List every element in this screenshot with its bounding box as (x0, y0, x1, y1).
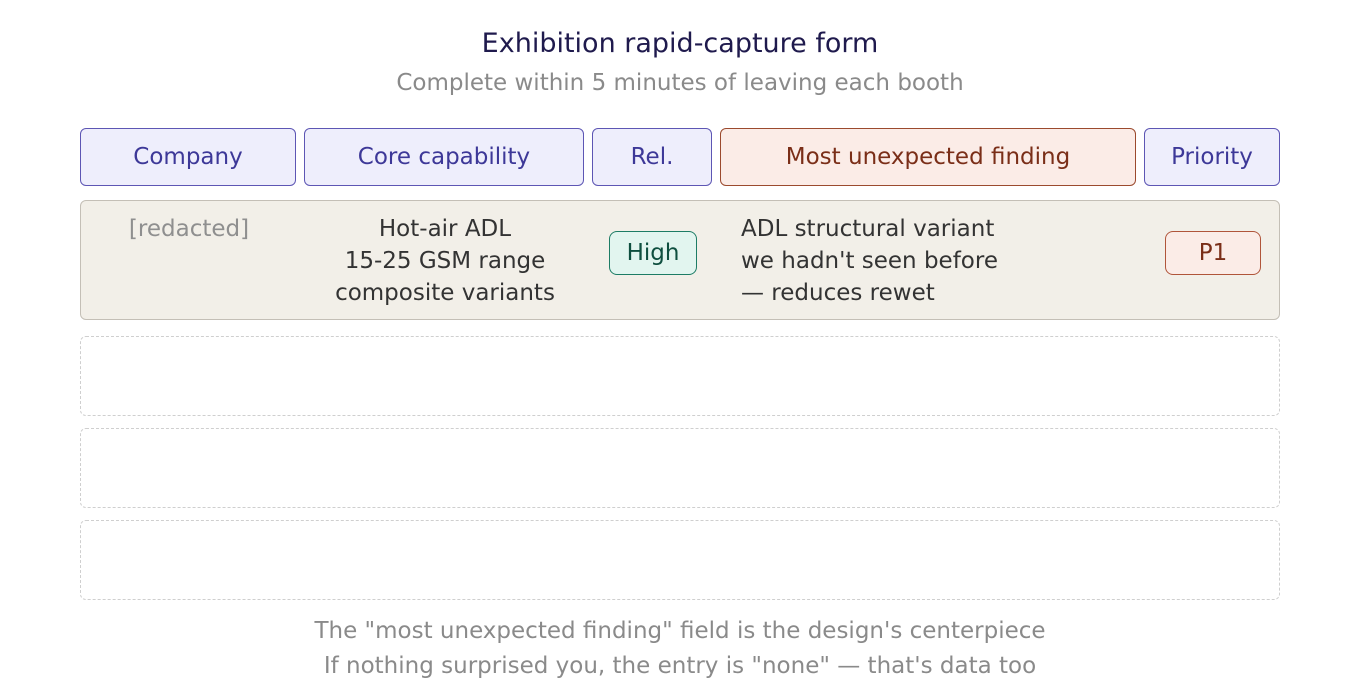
form-subtitle: Complete within 5 minutes of leaving eac… (396, 70, 964, 96)
empty-entry-row[interactable] (80, 428, 1280, 508)
empty-entry-row[interactable] (80, 520, 1280, 600)
column-header-finding: Most unexpected finding (720, 128, 1136, 186)
entry-company: [redacted] (128, 216, 250, 242)
entry-row[interactable]: [redacted] Hot-air ADL 15-25 GSM range c… (80, 200, 1280, 320)
column-header-relevance: Rel. (592, 128, 712, 186)
finding-line: ADL structural variant (741, 216, 995, 242)
relevance-badge: High (609, 231, 697, 275)
footnote-none-entry: If nothing surprised you, the entry is "… (323, 653, 1037, 679)
column-header-capability: Core capability (304, 128, 584, 186)
capability-line: 15-25 GSM range (344, 248, 546, 274)
priority-badge: P1 (1165, 231, 1261, 275)
finding-line: — reduces rewet (741, 280, 935, 306)
capability-line: composite variants (335, 280, 555, 306)
column-header-company: Company (80, 128, 296, 186)
footnote-centerpiece: The "most unexpected finding" field is t… (314, 618, 1046, 644)
empty-entry-row[interactable] (80, 336, 1280, 416)
entry-capability: Hot-air ADL 15-25 GSM range composite va… (305, 213, 585, 309)
capability-line: Hot-air ADL (378, 216, 512, 242)
capture-form: Exhibition rapid-capture form Complete w… (0, 0, 1360, 680)
entry-finding: ADL structural variant we hadn't seen be… (741, 213, 1161, 309)
column-header-priority: Priority (1144, 128, 1280, 186)
finding-line: we hadn't seen before (741, 248, 998, 274)
form-title: Exhibition rapid-capture form (481, 28, 879, 59)
